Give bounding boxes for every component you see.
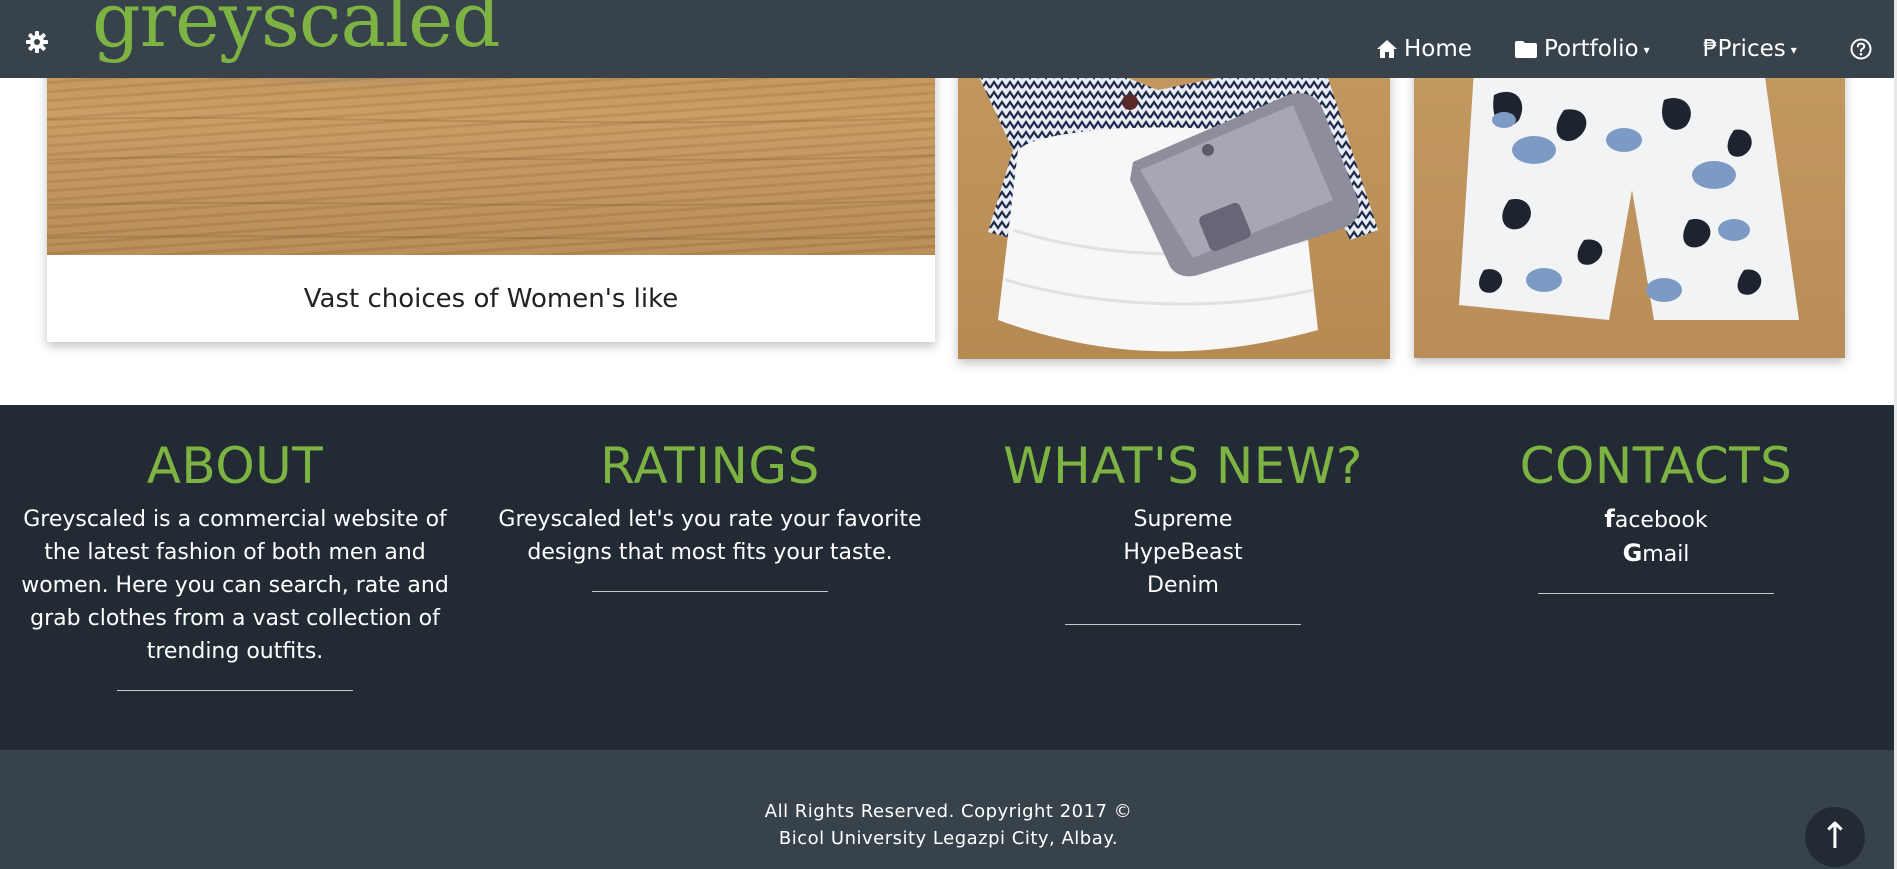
footer-about: ABOUT Greyscaled is a commercial website…: [5, 405, 465, 691]
folder-icon: [1514, 39, 1538, 59]
question-circle-icon[interactable]: [1850, 38, 1872, 60]
whats-new-divider: [1065, 624, 1301, 625]
site-footer: ABOUT Greyscaled is a commercial website…: [0, 405, 1897, 750]
peso-icon: ₱: [1703, 36, 1718, 62]
facebook-icon: f: [1604, 505, 1615, 533]
nav-portfolio-label: Portfolio: [1544, 36, 1639, 62]
gear-icon[interactable]: [25, 30, 49, 54]
ratings-divider: [592, 591, 828, 592]
facebook-label: acebook: [1614, 508, 1708, 533]
nav-home[interactable]: Home: [1376, 34, 1472, 64]
nav-prices[interactable]: ₱ Prices ▾: [1703, 34, 1797, 64]
chevron-down-icon: ▾: [1643, 43, 1650, 57]
about-divider: [117, 690, 353, 691]
top-navbar: greyscaled Home Portfolio ▾ ₱ Prices ▾: [0, 0, 1897, 78]
copyright-text: All Rights Reserved. Copyright 2017 © Bi…: [0, 798, 1897, 852]
chevron-down-icon: ▾: [1790, 43, 1797, 57]
footer-ratings: RATINGS Greyscaled let's you rate your f…: [480, 405, 940, 592]
whats-new-item-denim[interactable]: Denim: [1147, 573, 1219, 598]
footer-contacts: CONTACTS facebook Gmail: [1426, 405, 1886, 594]
gmail-label: mail: [1642, 542, 1690, 567]
nav-prices-label: Prices: [1717, 36, 1786, 62]
whats-new-item-supreme[interactable]: Supreme: [1134, 507, 1233, 532]
gmail-link[interactable]: Gmail: [1622, 539, 1690, 567]
gmail-icon: G: [1622, 539, 1643, 567]
back-to-top-button[interactable]: ↑: [1805, 807, 1865, 867]
nav-home-label: Home: [1404, 36, 1472, 62]
ratings-text: Greyscaled let's you rate your favorite …: [498, 507, 922, 565]
arrow-up-icon: ↑: [1819, 816, 1851, 857]
copyright-line-2: Bicol University Legazpi City, Albay.: [778, 828, 1119, 849]
facebook-link[interactable]: facebook: [1604, 505, 1708, 533]
whats-new-title: WHAT'S NEW?: [1003, 437, 1363, 495]
whats-new-list: Supreme HypeBeast Denim: [953, 503, 1413, 602]
whats-new-item-hypebeast[interactable]: HypeBeast: [1123, 540, 1242, 565]
featured-caption: Vast choices of Women's like: [303, 283, 679, 314]
copyright-bar: All Rights Reserved. Copyright 2017 © Bi…: [0, 750, 1897, 869]
brand-logo[interactable]: greyscaled: [92, 0, 501, 58]
contacts-title: CONTACTS: [1519, 437, 1793, 495]
copyright-line-1: All Rights Reserved. Copyright 2017 ©: [764, 801, 1133, 822]
contacts-divider: [1538, 593, 1774, 594]
home-icon: [1376, 39, 1398, 59]
about-title: ABOUT: [146, 437, 324, 495]
about-text: Greyscaled is a commercial website of th…: [21, 507, 449, 664]
nav-portfolio[interactable]: Portfolio ▾: [1514, 34, 1650, 64]
contacts-list: facebook Gmail: [1426, 503, 1886, 571]
footer-whats-new: WHAT'S NEW? Supreme HypeBeast Denim: [953, 405, 1413, 625]
ratings-title: RATINGS: [600, 437, 820, 495]
